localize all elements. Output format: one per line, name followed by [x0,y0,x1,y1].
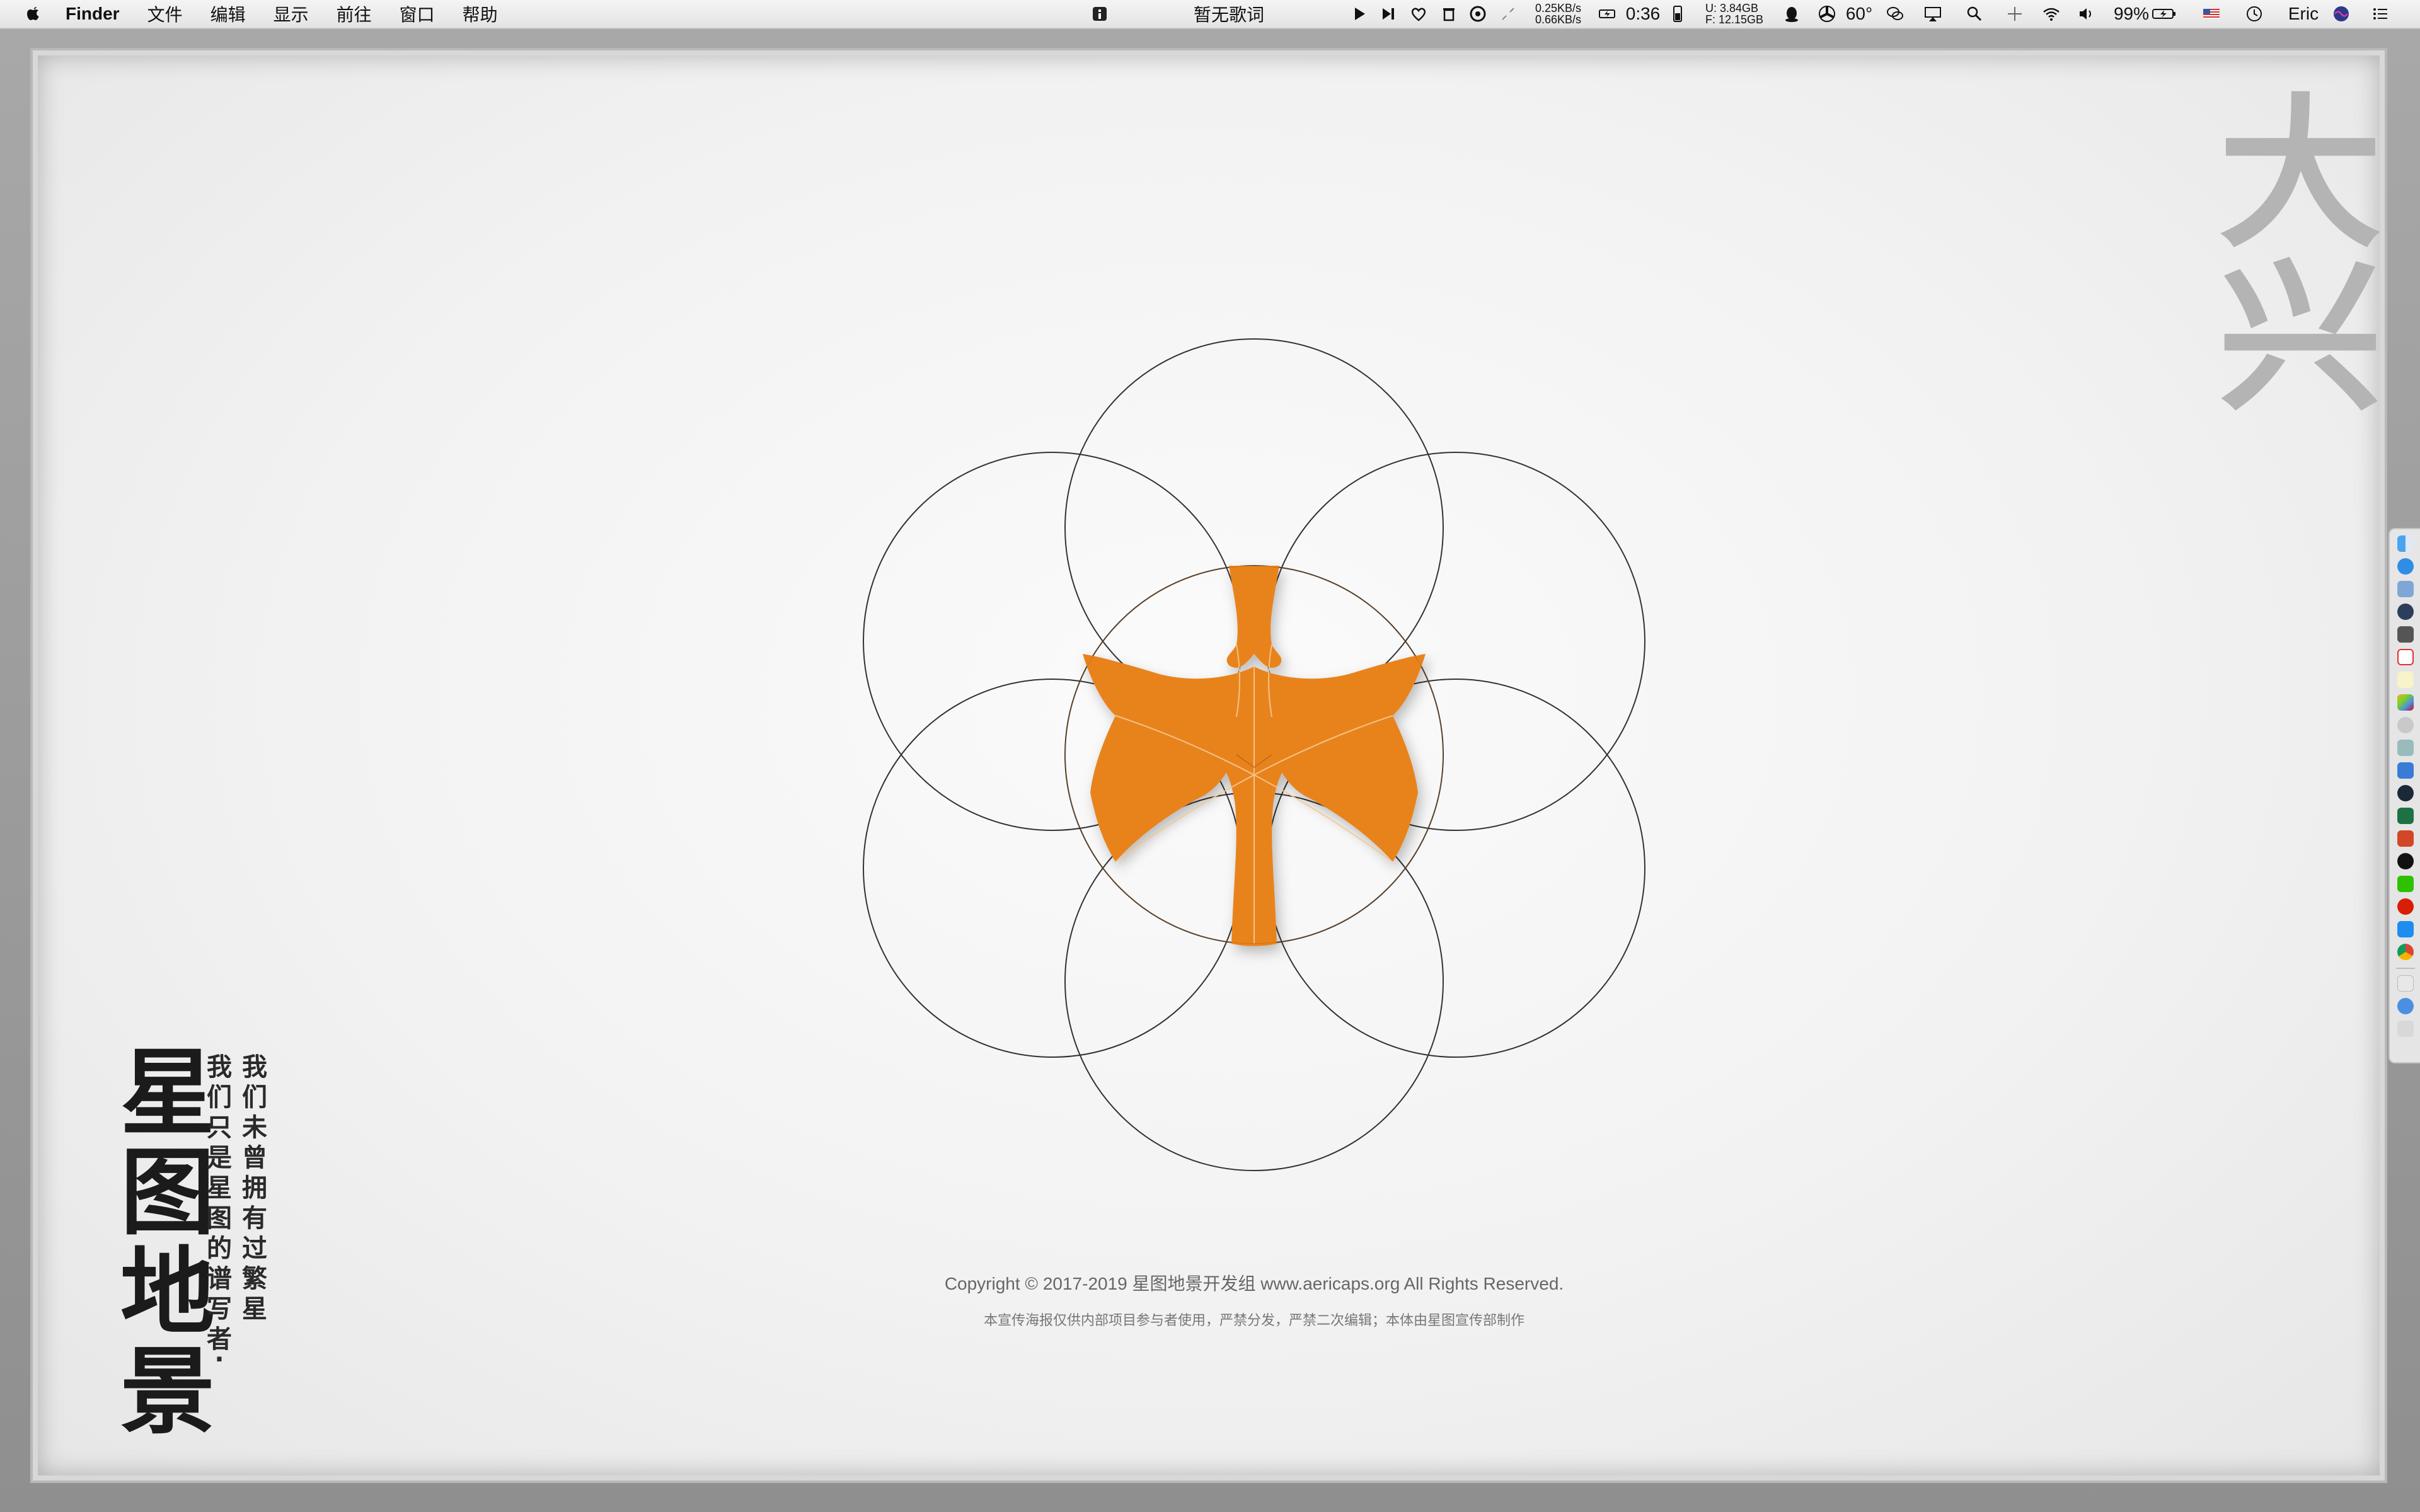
subtitle-2-char: 繁 [242,1264,267,1293]
subtitle-1-char: 谱 [207,1264,232,1293]
battery-percent[interactable]: 99% [2112,0,2150,28]
title-char-3: 地 [120,1238,215,1348]
dock-separator [2396,968,2415,969]
clock-icon[interactable] [2245,4,2264,23]
siri-icon[interactable] [2332,4,2351,23]
powerpoint-icon[interactable] [2397,830,2414,847]
subtitle-1-char: 的 [207,1234,232,1263]
subtitle-1-char: 只 [207,1113,232,1142]
subtitle-1-char: 星 [207,1174,232,1203]
settings-icon[interactable] [2397,717,2414,733]
next-track-icon[interactable] [1379,4,1398,23]
menu-app-name[interactable]: Finder [66,4,120,24]
chrome-icon[interactable] [2397,944,2414,960]
volume-icon[interactable] [2077,4,2096,23]
notification-center-icon[interactable] [2371,4,2390,23]
subtitle-1-char: 们 [207,1083,232,1112]
usage-notice-text: 本宣传海报仅供内部项目参与者使用，严禁分发，严禁二次编辑；本体由星图宣传部制作 [983,1312,1524,1328]
collapse-arrows-icon[interactable] [1499,4,1518,23]
subtitle-1-char: 我 [207,1053,232,1082]
desktop-wallpaper-poster: Copyright © 2017-2019 星图地景开发组 www.aerica… [33,50,2385,1480]
move-arrows-icon[interactable] [2005,4,2024,23]
safari-icon[interactable] [2397,558,2414,575]
wechat-icon[interactable] [2397,876,2414,892]
title-char-2: 图 [120,1138,215,1248]
fan-icon[interactable] [1818,4,1836,23]
dock [2388,528,2420,1063]
battery-time[interactable]: 0:36 [1621,0,1665,28]
camera-icon[interactable] [2397,626,2414,643]
qq-tray-icon[interactable] [1782,4,1801,23]
temperature[interactable]: 60° [1840,0,1878,28]
printer-icon[interactable] [2397,740,2414,756]
ring-top [1064,338,1444,718]
heart-icon[interactable] [1409,4,1428,23]
menu-go[interactable]: 前往 [337,1,372,26]
netease-music-icon[interactable] [2397,898,2414,915]
calendar-icon[interactable] [2397,649,2414,665]
title-char-4: 景 [120,1337,215,1447]
documents-icon[interactable] [2397,975,2414,992]
play-icon[interactable] [1350,4,1369,23]
subtitle-2-char: 们 [242,1083,267,1112]
qq-icon[interactable] [2397,853,2414,869]
copyright-text: Copyright © 2017-2019 星图地景开发组 www.aerica… [944,1274,1564,1293]
memory-icon[interactable] [1670,4,1689,23]
emblem-graphic [863,338,1645,1171]
menu-file[interactable]: 文件 [147,1,183,26]
corner-char-2: 兴 [2218,244,2382,434]
subtitle-2-char: 拥 [242,1174,267,1203]
excel-icon[interactable] [2397,808,2414,824]
subtitle-2-char: 未 [242,1113,267,1142]
search-icon[interactable] [1965,4,1984,23]
wifi-icon[interactable] [2042,4,2061,23]
net-down-speed: 0.66KB/s [1535,13,1582,26]
memory-stats: U: 3.84GB F: 12.15GB [1705,0,1776,28]
us-flag-icon[interactable] [2202,4,2221,23]
subtitle-1-char: · [214,1345,224,1374]
battery-icon[interactable] [2152,4,2177,23]
music-app-icon[interactable] [1468,4,1487,23]
subtitle-2-char: 曾 [242,1143,267,1172]
apple-icon[interactable] [24,4,43,23]
user-name[interactable]: Eric [2281,0,2325,28]
subtitle-2-char: 星 [242,1295,267,1324]
airplay-display-icon[interactable] [1923,4,1942,23]
subtitle-1-char: 是 [207,1143,232,1172]
subtitle-2-char: 过 [242,1234,267,1263]
menu-view[interactable]: 显示 [274,1,309,26]
trash-small-icon[interactable] [1439,4,1458,23]
subtitle-2-char: 我 [242,1053,267,1082]
downloads-icon[interactable] [2397,998,2414,1014]
title-char-1: 星 [120,1039,215,1148]
desktop: Copyright © 2017-2019 星图地景开发组 www.aerica… [0,29,2420,1512]
menu-window[interactable]: 窗口 [400,1,435,26]
steam-icon[interactable] [2397,785,2414,801]
memory-used: U: 3.84GB [1705,2,1759,14]
photos-icon[interactable] [2397,694,2414,711]
battery-small-icon[interactable] [1598,4,1617,23]
trash-icon[interactable] [2397,1021,2414,1037]
corner-char-1: 大 [2218,80,2382,270]
menu-help[interactable]: 帮助 [463,1,498,26]
quicktime-icon[interactable] [2397,604,2414,620]
memory-free: F: 12.15GB [1705,13,1764,26]
menu-edit[interactable]: 编辑 [210,1,246,26]
mail-icon[interactable] [2397,762,2414,779]
wechat-tray-icon[interactable] [1886,4,1904,23]
notes-icon[interactable] [2397,672,2414,688]
menu-bar: Finder 文件 编辑 显示 前往 窗口 帮助 暂无歌词 0.25KB/s 0… [0,0,2420,29]
preview-icon[interactable] [2397,581,2414,597]
lyrics-app-icon[interactable] [1090,4,1109,23]
subtitle-1-char: 写 [207,1295,232,1324]
subtitle-2-char: 有 [242,1204,267,1233]
finder-icon[interactable] [2397,536,2414,552]
app-store-icon[interactable] [2397,921,2414,937]
net-up-speed: 0.25KB/s [1535,2,1582,14]
lyrics-text[interactable]: 暂无歌词 [1191,0,1267,28]
network-speed: 0.25KB/s 0.66KB/s [1535,0,1592,28]
subtitle-1-char: 图 [207,1204,232,1233]
